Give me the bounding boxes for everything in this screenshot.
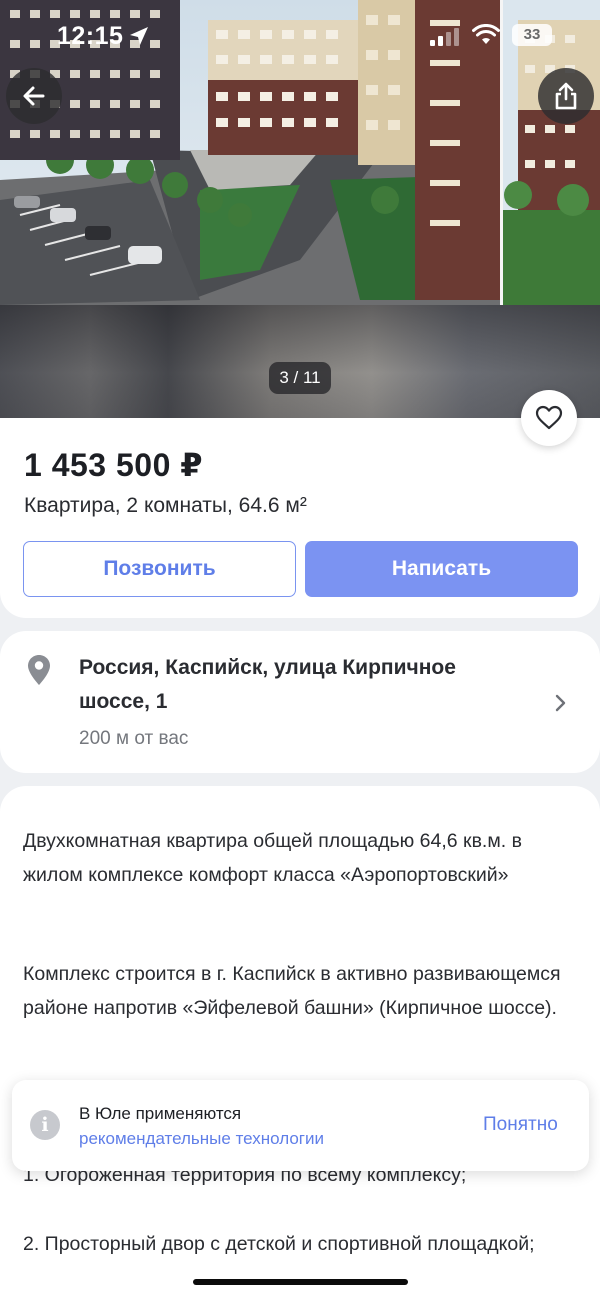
favorite-button[interactable] <box>521 390 577 446</box>
address-line-1: Россия, Каспийск, улица Кирпичное <box>79 656 456 679</box>
description-card: Двухкомнатная квартира общей площадью 64… <box>0 786 600 1297</box>
notice-ok-button[interactable]: Понятно <box>483 1114 558 1136</box>
heart-icon <box>535 405 563 430</box>
listing-price: 1 453 500 ₽ <box>24 447 204 483</box>
listing-subtitle: Квартира, 2 комнаты, 64.6 м² <box>24 494 307 517</box>
back-arrow-icon <box>23 86 45 106</box>
description-paragraph-1: Двухкомнатная квартира общей площадью 64… <box>23 830 522 886</box>
listing-screen: 12:15 33 3 / 11 1 453 500 ₽ Квартира, 2 … <box>0 0 600 1297</box>
address-distance: 200 м от вас <box>79 728 189 749</box>
wifi-icon <box>472 24 500 44</box>
write-message-button[interactable]: Написать <box>305 541 578 597</box>
info-icon: i <box>30 1110 60 1140</box>
description-paragraph-2: Комплекс строится в г. Каспийск в активн… <box>23 963 561 1019</box>
home-indicator[interactable] <box>193 1279 408 1285</box>
location-arrow-icon <box>130 27 148 45</box>
notice-title: В Юле применяются <box>79 1104 242 1123</box>
share-icon <box>555 82 577 110</box>
cellular-signal-icon <box>430 28 459 46</box>
address-card[interactable]: Россия, Каспийск, улица Кирпичное шоссе,… <box>0 631 600 773</box>
call-button[interactable]: Позвонить <box>23 541 296 597</box>
photo-gallery[interactable]: 12:15 33 3 / 11 <box>0 0 600 418</box>
photo-counter: 3 / 11 <box>269 362 331 394</box>
battery-indicator: 33 <box>512 24 552 46</box>
status-time: 12:15 <box>57 22 124 50</box>
chevron-right-icon <box>555 694 566 712</box>
recommendation-tech-link[interactable]: рекомендательные технологии <box>79 1129 324 1149</box>
share-button[interactable] <box>538 68 594 124</box>
description-paragraph-4: 2. Просторный двор с детской и спортивно… <box>23 1233 535 1255</box>
address-line-2: шоссе, 1 <box>79 690 168 713</box>
listing-summary-card: 1 453 500 ₽ Квартира, 2 комнаты, 64.6 м²… <box>0 418 600 618</box>
back-button[interactable] <box>6 68 62 124</box>
recommendation-notice-toast: i В Юле применяются рекомендательные тех… <box>12 1080 589 1171</box>
status-bar: 12:15 33 <box>0 0 600 70</box>
location-pin-icon <box>28 655 50 685</box>
